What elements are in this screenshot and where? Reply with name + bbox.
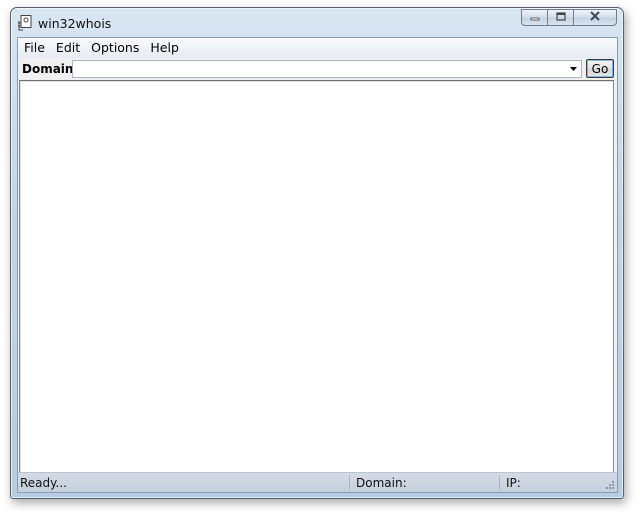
minimize-icon: [530, 11, 540, 24]
domain-input[interactable]: [73, 61, 569, 77]
domain-label: Domain: [22, 62, 74, 76]
window-title: win32whois: [38, 16, 112, 31]
status-ready-text: Ready...: [20, 476, 67, 490]
menu-file[interactable]: File: [19, 39, 50, 57]
minimize-button[interactable]: [521, 9, 547, 26]
status-domain-label: Domain:: [356, 476, 407, 490]
client-area: File Edit Options Help Domain Go Ready..…: [17, 37, 618, 493]
maximize-icon: [555, 11, 566, 24]
status-ip-label: IP:: [506, 476, 521, 490]
status-bar: Ready... Domain: IP:: [18, 472, 617, 492]
title-bar[interactable]: win32whois: [11, 8, 623, 38]
close-button[interactable]: [573, 9, 617, 26]
resize-grip-icon[interactable]: [604, 479, 615, 490]
menu-help[interactable]: Help: [145, 39, 184, 57]
menu-edit[interactable]: Edit: [51, 39, 85, 57]
domain-toolbar: Domain Go: [18, 59, 617, 79]
chevron-down-icon[interactable]: [565, 61, 581, 77]
close-icon: [589, 11, 601, 24]
maximize-button[interactable]: [547, 9, 573, 26]
status-separator: [349, 475, 350, 490]
status-separator: [499, 475, 500, 490]
app-window: win32whois File Edit Options Help Domain…: [10, 7, 624, 499]
menu-options[interactable]: Options: [86, 39, 144, 57]
menu-bar: File Edit Options Help: [18, 38, 617, 58]
go-button[interactable]: Go: [586, 59, 614, 78]
domain-combobox[interactable]: [72, 60, 582, 78]
whois-output-area[interactable]: [19, 80, 614, 474]
app-document-icon: [18, 15, 32, 31]
window-controls: [521, 9, 617, 27]
